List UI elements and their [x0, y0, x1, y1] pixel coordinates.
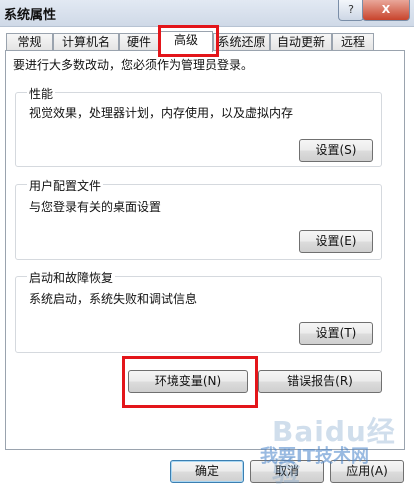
ok-button[interactable]: 确定	[170, 460, 244, 483]
apply-button[interactable]: 应用(A)	[330, 460, 404, 483]
performance-description: 视觉效果，处理器计划，内存使用，以及虚拟内存	[29, 106, 294, 120]
user-profiles-title: 用户配置文件	[27, 177, 104, 194]
close-button[interactable]: X	[362, 0, 410, 21]
performance-settings-button[interactable]: 设置(S)	[299, 139, 373, 162]
tab-remote[interactable]: 远程	[332, 33, 374, 50]
tab-system-restore[interactable]: 系统还原	[213, 33, 270, 50]
admin-notice: 要进行大多数改动，您必须作为管理员登录。	[13, 58, 254, 72]
performance-title: 性能	[27, 85, 56, 102]
help-icon: ?	[348, 3, 354, 16]
startup-recovery-settings-button[interactable]: 设置(T)	[299, 322, 373, 345]
tab-automatic-updates[interactable]: 自动更新	[270, 33, 332, 50]
startup-recovery-title: 启动和故障恢复	[27, 269, 116, 286]
advanced-tab-highlight	[158, 25, 219, 57]
startup-recovery-description: 系统启动，系统失败和调试信息	[29, 292, 198, 306]
title-bar: 系统属性 ? X	[0, 0, 414, 27]
error-reporting-button[interactable]: 错误报告(R)	[258, 370, 382, 393]
help-button[interactable]: ?	[338, 0, 364, 21]
tab-general[interactable]: 常规	[6, 33, 53, 50]
window-title: 系统属性	[4, 8, 57, 23]
tab-computer-name[interactable]: 计算机名	[53, 33, 119, 50]
environment-variables-highlight	[122, 356, 258, 408]
cancel-button[interactable]: 取消	[250, 460, 324, 483]
user-profiles-description: 与您登录有关的桌面设置	[29, 200, 162, 214]
tab-hardware[interactable]: 硬件	[119, 33, 159, 50]
user-profiles-settings-button[interactable]: 设置(E)	[299, 230, 373, 253]
close-icon: X	[381, 3, 391, 16]
